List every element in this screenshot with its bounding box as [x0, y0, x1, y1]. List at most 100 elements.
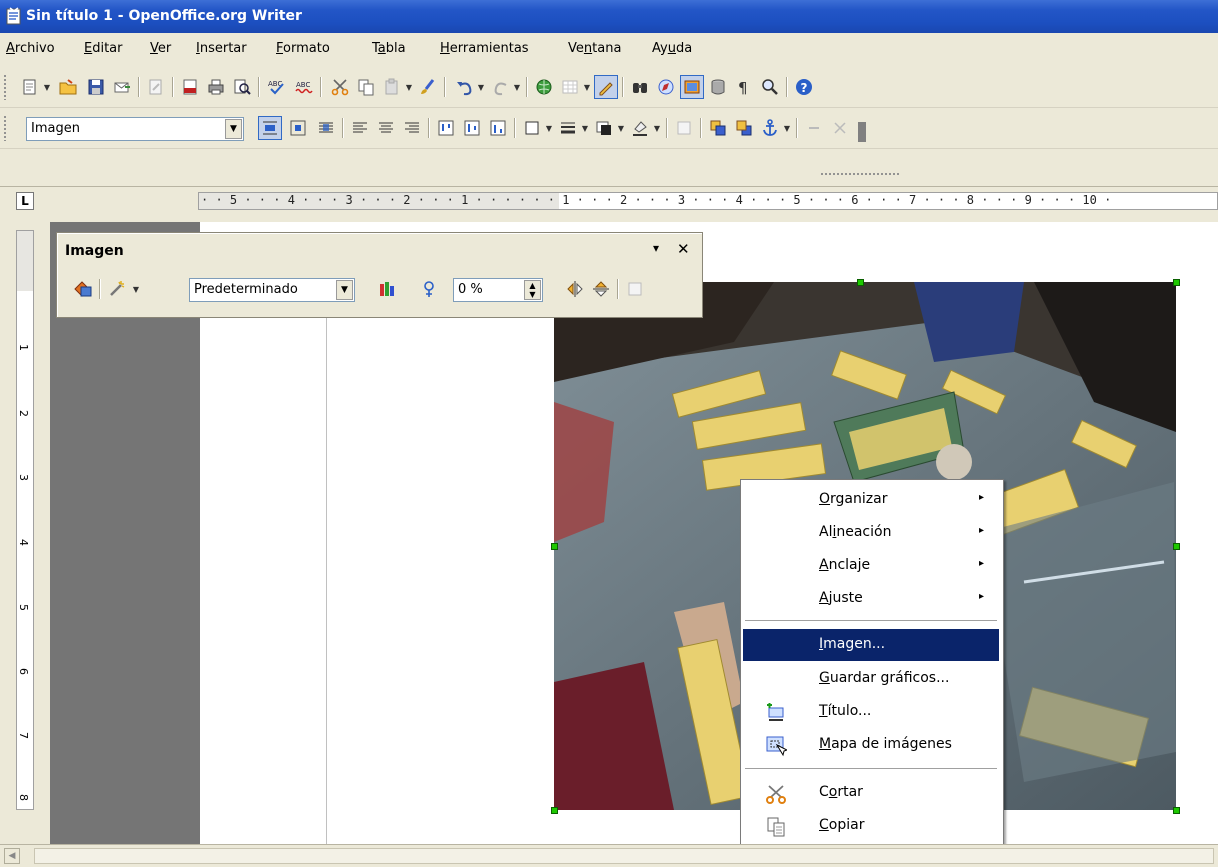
- tab-stop-selector[interactable]: L: [16, 192, 34, 210]
- show-draw-functions-button[interactable]: [594, 75, 618, 99]
- frame-style-combo[interactable]: Imagen ▼: [26, 117, 244, 141]
- toolbar-menu-arrow[interactable]: ▾: [653, 241, 659, 255]
- menu-archivo[interactable]: Archivo: [6, 41, 55, 56]
- line-style-button[interactable]: [556, 116, 580, 140]
- toolbar-overflow-handle[interactable]: [858, 122, 866, 142]
- chevron-down-icon[interactable]: ▼: [225, 119, 242, 139]
- copy-button[interactable]: [354, 75, 378, 99]
- resize-handle-bottom-right[interactable]: [1173, 807, 1180, 814]
- paste-dropdown-arrow[interactable]: ▼: [404, 75, 414, 99]
- undo-dropdown-arrow[interactable]: ▼: [476, 75, 486, 99]
- anchor-dropdown-arrow[interactable]: ▼: [782, 116, 792, 140]
- hyperlink-button[interactable]: [532, 75, 556, 99]
- page-wrap-button[interactable]: [286, 116, 310, 140]
- find-replace-button[interactable]: [628, 75, 652, 99]
- redo-dropdown-arrow[interactable]: ▼: [512, 75, 522, 99]
- graphics-mode-button[interactable]: [105, 277, 129, 301]
- menu-insertar[interactable]: Insertar: [196, 41, 247, 56]
- image-properties-button[interactable]: [623, 277, 647, 301]
- transparency-spinner[interactable]: 0 % ▲ ▼: [453, 278, 543, 302]
- align-left-button[interactable]: [348, 116, 372, 140]
- new-document-button[interactable]: [18, 75, 42, 99]
- align-top-button[interactable]: [434, 116, 458, 140]
- menu-item-mapa-de-imagenes[interactable]: Mapa de imágenes: [743, 729, 999, 761]
- resize-handle-top[interactable]: [857, 279, 864, 286]
- align-right-button[interactable]: [400, 116, 424, 140]
- scroll-track[interactable]: [34, 848, 1214, 864]
- menu-item-imagen[interactable]: Imagen...: [743, 629, 999, 661]
- menu-editar[interactable]: Editar: [84, 41, 123, 56]
- menu-tabla[interactable]: Tabla: [372, 41, 406, 56]
- menu-item-titulo[interactable]: Título...: [743, 696, 999, 728]
- align-center-button[interactable]: [374, 116, 398, 140]
- wrap-through-button[interactable]: [314, 116, 338, 140]
- wrap-off-button[interactable]: [258, 116, 282, 140]
- background-color-button[interactable]: [628, 116, 652, 140]
- menu-ventana[interactable]: Ventana: [568, 41, 621, 56]
- flip-horizontal-button[interactable]: [589, 277, 613, 301]
- undo-button[interactable]: [452, 75, 476, 99]
- export-pdf-button[interactable]: [178, 75, 202, 99]
- paste-button[interactable]: [380, 75, 404, 99]
- anchor-button[interactable]: [758, 116, 782, 140]
- toolbar-grip[interactable]: [3, 74, 7, 100]
- border-color-button[interactable]: [592, 116, 616, 140]
- zoom-button[interactable]: [758, 75, 782, 99]
- resize-handle-left[interactable]: [551, 543, 558, 550]
- page-preview-button[interactable]: [230, 75, 254, 99]
- graphics-mode-dropdown-arrow[interactable]: ▼: [131, 277, 141, 301]
- menu-item-ajuste[interactable]: Ajuste ▸: [743, 583, 999, 615]
- line-style-dropdown-arrow[interactable]: ▼: [580, 116, 590, 140]
- frame-properties-button[interactable]: [672, 116, 696, 140]
- menu-item-cortar[interactable]: Cortar: [743, 777, 999, 809]
- horizontal-scrollbar[interactable]: ◀: [0, 844, 1218, 867]
- resize-handle-bottom-left[interactable]: [551, 807, 558, 814]
- borders-dropdown-arrow[interactable]: ▼: [544, 116, 554, 140]
- border-color-dropdown-arrow[interactable]: ▼: [616, 116, 626, 140]
- clone-formatting-button[interactable]: [416, 75, 440, 99]
- send-to-back-button[interactable]: [732, 116, 756, 140]
- horizontal-ruler[interactable]: · · 5 · · · 4 · · · 3 · · · 2 · · · 1 · …: [198, 192, 1218, 210]
- email-button[interactable]: [110, 75, 134, 99]
- menu-item-alineacion[interactable]: Alineación ▸: [743, 517, 999, 549]
- new-dropdown-arrow[interactable]: ▼: [42, 75, 52, 99]
- graphics-mode-combo[interactable]: Predeterminado ▼: [189, 278, 355, 302]
- menu-ver[interactable]: Ver: [150, 41, 171, 56]
- dock-grip[interactable]: [820, 172, 900, 176]
- redo-button[interactable]: [490, 75, 514, 99]
- resize-handle-right[interactable]: [1173, 543, 1180, 550]
- spinner-arrows[interactable]: ▲ ▼: [524, 280, 541, 300]
- unlink-frames-button[interactable]: [828, 116, 852, 140]
- resize-handle-top-right[interactable]: [1173, 279, 1180, 286]
- formatting-marks-button[interactable]: ¶: [732, 75, 756, 99]
- gallery-button[interactable]: [680, 75, 704, 99]
- menu-item-organizar[interactable]: Organizar ▸: [743, 484, 999, 516]
- menu-item-copiar[interactable]: Copiar: [743, 810, 999, 842]
- flip-vertical-button[interactable]: [563, 277, 587, 301]
- align-bottom-button[interactable]: [486, 116, 510, 140]
- close-icon[interactable]: ✕: [677, 240, 690, 258]
- vertical-ruler[interactable]: 1 2 3 4 5 6 7 8: [16, 230, 34, 810]
- navigator-button[interactable]: [654, 75, 678, 99]
- toolbar-grip[interactable]: [3, 115, 7, 141]
- print-button[interactable]: [204, 75, 228, 99]
- help-button[interactable]: ?: [792, 75, 816, 99]
- spellcheck-button[interactable]: ABC: [264, 75, 288, 99]
- link-frames-button[interactable]: [802, 116, 826, 140]
- open-button[interactable]: [56, 75, 80, 99]
- edit-file-button[interactable]: [144, 75, 168, 99]
- chevron-down-icon[interactable]: ▼: [336, 280, 353, 300]
- title-bar[interactable]: Sin título 1 - OpenOffice.org Writer: [0, 0, 1218, 33]
- save-button[interactable]: [84, 75, 108, 99]
- image-toolbar[interactable]: Imagen ▾ ✕ ▼ Predeterminado ▼ 0 % ▲ ▼: [56, 232, 703, 318]
- bring-to-front-button[interactable]: [706, 116, 730, 140]
- autospellcheck-button[interactable]: ABC: [292, 75, 316, 99]
- data-sources-button[interactable]: [706, 75, 730, 99]
- scroll-left-button[interactable]: ◀: [4, 848, 20, 864]
- borders-button[interactable]: [520, 116, 544, 140]
- cut-button[interactable]: [328, 75, 352, 99]
- color-button[interactable]: [375, 277, 399, 301]
- menu-herramientas[interactable]: Herramientas: [440, 41, 529, 56]
- align-middle-button[interactable]: [460, 116, 484, 140]
- image-filter-button[interactable]: [71, 277, 95, 301]
